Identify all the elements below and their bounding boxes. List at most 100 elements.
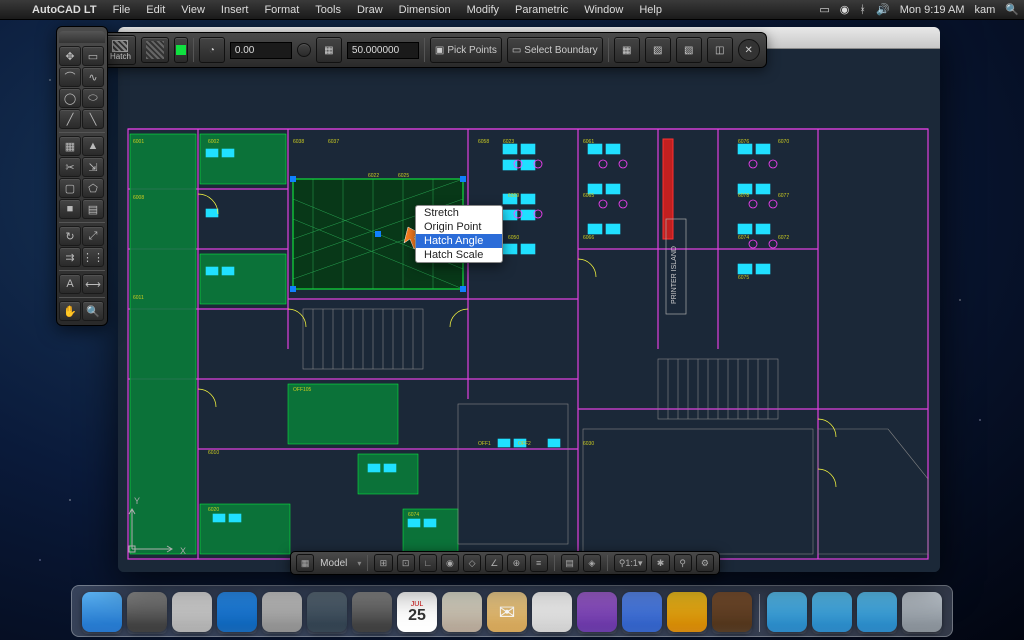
dock-finder-icon[interactable]: [82, 592, 122, 632]
dock-folder-2-icon[interactable]: [812, 592, 852, 632]
dock-appstore-icon[interactable]: [217, 592, 257, 632]
volume-icon[interactable]: 🔊: [871, 3, 895, 16]
tool-zoom-icon[interactable]: 🔍: [82, 301, 104, 321]
palette-grip[interactable]: [59, 31, 105, 43]
ctx-item-hatch-angle[interactable]: Hatch Angle: [416, 234, 502, 248]
hatch-context-toolbar[interactable]: Hatch ◔ ▦ ▣Pick Points ▭Select Boundary …: [98, 32, 767, 68]
tool-palette[interactable]: ✥ ▭ ⌒ ∿ ◯ ⬭ ╱ ╲ ▦ ▲ ✂ ⇲ ▢ ⬠ ■ ▤ ↻ ⤢ ⇉ ⋮⋮…: [56, 26, 108, 326]
quick-props-button[interactable]: ▤: [561, 554, 579, 572]
grid-snap-button[interactable]: ⊞: [374, 554, 392, 572]
annotation-scale-button[interactable]: ⚲ 1:1 ▾: [614, 554, 648, 572]
hatch-pattern-button[interactable]: [141, 37, 169, 63]
ctx-item-stretch[interactable]: Stretch: [416, 206, 502, 220]
dock-preview-icon[interactable]: [532, 592, 572, 632]
wifi-icon[interactable]: ◉: [835, 3, 855, 16]
tool-arc-icon[interactable]: ⌒: [59, 67, 81, 87]
tool-rotate-icon[interactable]: ↻: [59, 226, 81, 246]
drawing-canvas[interactable]: PRINTER ISLAND 600160086011 600260386037…: [118, 49, 940, 572]
model-tab[interactable]: Model: [318, 558, 353, 569]
menu-help[interactable]: Help: [631, 4, 670, 16]
dock-launchpad-icon[interactable]: [127, 592, 167, 632]
hatch-color-button[interactable]: [174, 37, 188, 63]
tool-trim-icon[interactable]: ✂: [59, 157, 81, 177]
status-bar[interactable]: ▦ Model ▾ ⊞ ⊡ ∟ ◉ ◇ ∠ ⊕ ≡ ▤ ◈ ⚲ 1:1 ▾ ✱ …: [290, 551, 720, 575]
layout-button[interactable]: ▦: [296, 554, 314, 572]
dock-systemprefs-icon[interactable]: [262, 592, 302, 632]
spotlight-icon[interactable]: 🔍: [1000, 3, 1024, 16]
dock-ichat-icon[interactable]: [622, 592, 662, 632]
airplay-icon[interactable]: ▭: [814, 3, 834, 16]
tool-mirror-icon[interactable]: ▲: [82, 136, 104, 156]
menu-insert[interactable]: Insert: [213, 4, 257, 16]
hatch-tool-button[interactable]: Hatch: [105, 35, 136, 65]
otrack-button[interactable]: ∠: [485, 554, 503, 572]
selection-cycle-button[interactable]: ◈: [583, 554, 601, 572]
dock-folder-1-icon[interactable]: [767, 592, 807, 632]
tool-polygon-icon[interactable]: ⬠: [82, 178, 104, 198]
menu-parametric[interactable]: Parametric: [507, 4, 576, 16]
menubar-user[interactable]: kam: [970, 4, 1001, 16]
polar-button[interactable]: ◉: [441, 554, 459, 572]
tool-move-icon[interactable]: ✥: [59, 46, 81, 66]
bluetooth-icon[interactable]: ᚼ: [854, 4, 871, 16]
mac-dock[interactable]: JUL25 ✉: [71, 585, 953, 637]
close-ribbon-button[interactable]: ✕: [738, 39, 760, 61]
dock-folder-3-icon[interactable]: [857, 592, 897, 632]
tool-table-icon[interactable]: ▤: [82, 199, 104, 219]
menu-file[interactable]: File: [105, 4, 139, 16]
tool-array-icon[interactable]: ⋮⋮: [82, 247, 104, 267]
annotation-autoscale-button[interactable]: ⚲: [674, 554, 692, 572]
tool-select-icon[interactable]: ▭: [82, 46, 104, 66]
tool-text-icon[interactable]: A: [59, 274, 81, 294]
dock-autocad-icon[interactable]: [712, 592, 752, 632]
angle-dial-icon[interactable]: [297, 43, 311, 57]
hatch-option-4-button[interactable]: ◫: [707, 37, 733, 63]
dock-missioncontrol-icon[interactable]: [172, 592, 212, 632]
tool-fill-icon[interactable]: ■: [59, 199, 81, 219]
menu-modify[interactable]: Modify: [459, 4, 507, 16]
hatch-option-2-button[interactable]: ▨: [645, 37, 671, 63]
app-name[interactable]: AutoCAD LT: [24, 4, 105, 16]
lineweight-button[interactable]: ≡: [530, 554, 548, 572]
tool-offset-icon[interactable]: ⇉: [59, 247, 81, 267]
menubar-clock[interactable]: Mon 9:19 AM: [895, 4, 970, 16]
tool-rect-icon[interactable]: ▢: [59, 178, 81, 198]
osnap-button[interactable]: ◇: [463, 554, 481, 572]
hatch-option-3-button[interactable]: ▧: [676, 37, 702, 63]
dock-keynote-icon[interactable]: [667, 592, 707, 632]
hatch-angle-input[interactable]: [230, 42, 292, 59]
menu-tools[interactable]: Tools: [307, 4, 349, 16]
hatch-scale-input[interactable]: [347, 42, 419, 59]
hatch-option-1-button[interactable]: ▦: [614, 37, 640, 63]
ctx-item-hatch-scale[interactable]: Hatch Scale: [416, 248, 502, 262]
pick-points-button[interactable]: ▣Pick Points: [430, 37, 502, 63]
tool-dimension-icon[interactable]: ⟷: [82, 274, 104, 294]
menu-format[interactable]: Format: [256, 4, 307, 16]
tool-line-icon[interactable]: ╱: [59, 109, 81, 129]
ctx-item-origin-point[interactable]: Origin Point: [416, 220, 502, 234]
tool-scale-icon[interactable]: ⤢: [82, 226, 104, 246]
dock-dashboard-icon[interactable]: [352, 592, 392, 632]
tool-spline-icon[interactable]: ∿: [82, 67, 104, 87]
dock-itunes-icon[interactable]: [577, 592, 617, 632]
dyn-input-button[interactable]: ⊕: [507, 554, 525, 572]
workspace-button[interactable]: ⚙: [696, 554, 714, 572]
dock-trash-icon[interactable]: [902, 592, 942, 632]
tool-hatch-icon[interactable]: ▦: [59, 136, 81, 156]
tool-circle-icon[interactable]: ◯: [59, 88, 81, 108]
dock-mail-icon[interactable]: ✉: [487, 592, 527, 632]
model-dropdown-icon[interactable]: ▾: [357, 559, 361, 568]
dock-ical-icon[interactable]: JUL25: [397, 592, 437, 632]
menu-dimension[interactable]: Dimension: [391, 4, 459, 16]
ortho-button[interactable]: ∟: [419, 554, 437, 572]
tool-pan-icon[interactable]: ✋: [59, 301, 81, 321]
annotation-visibility-button[interactable]: ✱: [651, 554, 669, 572]
tool-ellipse-icon[interactable]: ⬭: [82, 88, 104, 108]
menu-window[interactable]: Window: [576, 4, 631, 16]
menu-edit[interactable]: Edit: [138, 4, 173, 16]
select-boundary-button[interactable]: ▭Select Boundary: [507, 37, 603, 63]
snap-mode-button[interactable]: ⊡: [397, 554, 415, 572]
menu-draw[interactable]: Draw: [349, 4, 391, 16]
menu-view[interactable]: View: [173, 4, 213, 16]
tool-extend-icon[interactable]: ⇲: [82, 157, 104, 177]
